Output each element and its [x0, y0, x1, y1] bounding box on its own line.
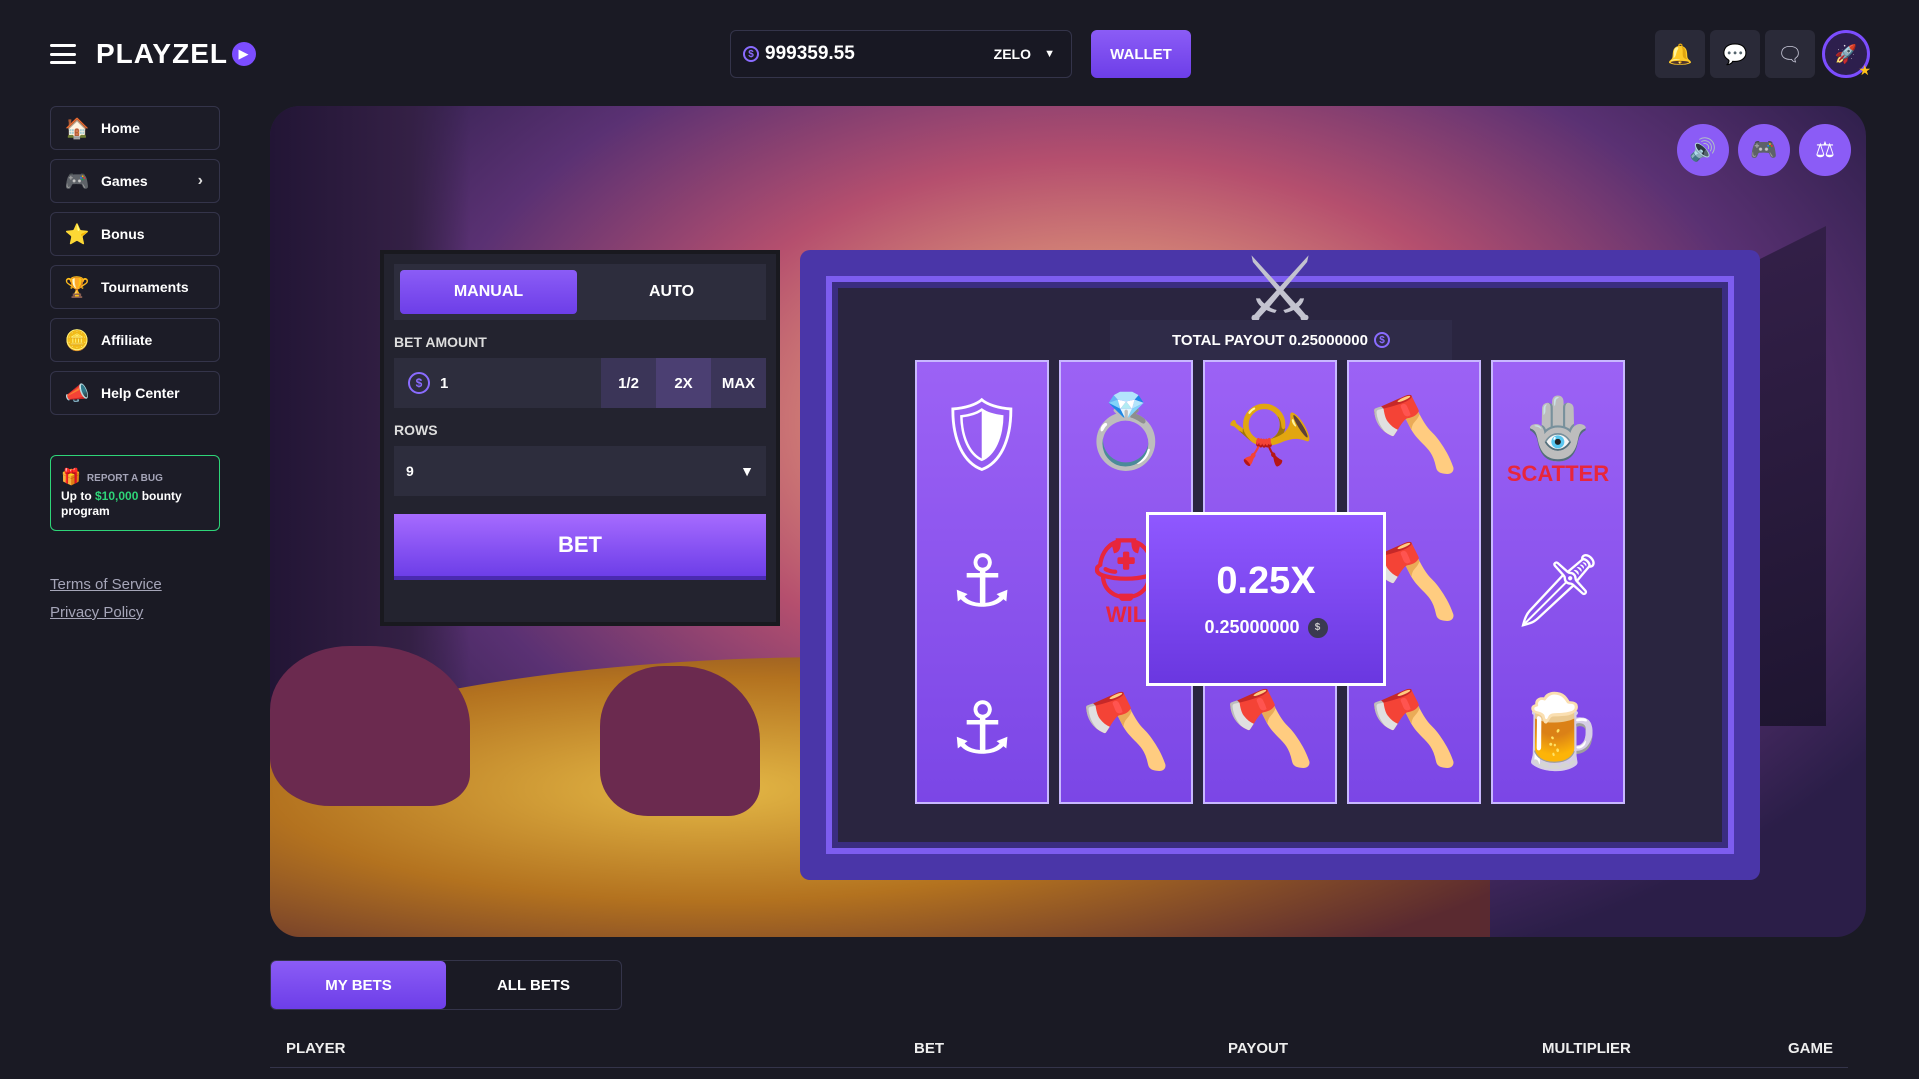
- axe-icon: 🪓: [1081, 691, 1171, 772]
- sidebar-item-label: Bonus: [101, 226, 145, 242]
- logo[interactable]: PLAYZEL ▶: [96, 38, 256, 70]
- tab-auto[interactable]: AUTO: [583, 270, 760, 314]
- coin-icon: $: [408, 372, 430, 394]
- notification-bell-icon[interactable]: 🔔: [1655, 30, 1705, 78]
- bet-amount-row: $ 1 1/2 2X MAX: [394, 358, 766, 408]
- axe-icon: 🪓: [1225, 688, 1315, 769]
- wallet-button[interactable]: WALLET: [1091, 30, 1191, 78]
- currency-label: ZELO: [993, 46, 1031, 62]
- sidebar-item-home[interactable]: 🏠 Home: [50, 106, 220, 150]
- sidebar-item-bonus[interactable]: ⭐ Bonus: [50, 212, 220, 256]
- bets-tabs: MY BETS ALL BETS: [270, 960, 622, 1010]
- star-icon: ⭐: [64, 223, 90, 246]
- balance-selector[interactable]: $ 999359.55 ZELO ▼: [730, 30, 1072, 78]
- rows-select[interactable]: 9 ▼: [394, 446, 766, 496]
- anchor-icon: ⚓: [949, 541, 1015, 622]
- scatter-label: SCATTER: [1506, 461, 1610, 487]
- rows-label: ROWS: [394, 422, 438, 438]
- axe-icon: 🪓: [1369, 688, 1459, 769]
- horn-icon: 📯: [1225, 395, 1315, 476]
- bug-banner-title: REPORT A BUG: [86, 472, 163, 484]
- background-rock: [600, 666, 760, 816]
- reel: 🛡 ⚓ ⚓: [915, 360, 1049, 804]
- sidebar-item-label: Tournaments: [101, 279, 189, 295]
- sound-icon[interactable]: 🔊: [1677, 124, 1729, 176]
- scatter-symbol: 🪬 SCATTER: [1506, 395, 1610, 487]
- chat-bubble-icon[interactable]: 💬: [1710, 30, 1760, 78]
- total-payout-label: TOTAL PAYOUT 0.25000000: [1172, 331, 1368, 349]
- rows-value: 9: [406, 463, 414, 479]
- coin-icon: $: [743, 46, 759, 62]
- tab-all-bets[interactable]: ALL BETS: [446, 961, 621, 1009]
- menu-icon[interactable]: [50, 44, 76, 64]
- axe-icon: 🪓: [1369, 395, 1459, 476]
- chevron-down-icon: ▼: [1044, 48, 1055, 60]
- max-bet-button[interactable]: MAX: [711, 358, 766, 408]
- messages-icon[interactable]: 🗨: [1765, 30, 1815, 78]
- coin-icon: $: [1373, 332, 1390, 348]
- tab-my-bets[interactable]: MY BETS: [271, 961, 446, 1009]
- sidebar-item-label: Games: [101, 173, 148, 189]
- sword-icon: 🗡: [1512, 551, 1604, 632]
- bet-mode-tabs: MANUAL AUTO: [394, 264, 766, 320]
- mug-icon: 🍺: [1513, 691, 1603, 772]
- chevron-right-icon: ›: [197, 172, 203, 189]
- bet-amount-input[interactable]: $ 1: [394, 358, 601, 408]
- sidebar-item-label: Affiliate: [101, 332, 153, 348]
- anchor-icon: ⚓: [949, 688, 1015, 769]
- bet-button[interactable]: BET: [394, 514, 766, 580]
- logo-text: PLAYZEL: [96, 38, 228, 69]
- bounty-amount: $10,000: [95, 488, 139, 503]
- bug-banner-text: Up to: [61, 488, 95, 503]
- top-header: PLAYZEL ▶ $ 999359.55 ZELO ▼ WALLET 🔔 💬 …: [0, 0, 1919, 106]
- bet-amount-value: 1: [440, 374, 449, 392]
- win-value: 0.25000000: [1204, 617, 1300, 637]
- sidebar-item-help-center[interactable]: 📣 Help Center: [50, 371, 220, 415]
- win-multiplier: 0.25X: [1216, 560, 1316, 602]
- balance-amount: 999359.55: [765, 43, 855, 64]
- avatar[interactable]: 🚀 ★: [1822, 30, 1871, 78]
- wild-label: WIL: [1105, 601, 1147, 627]
- slot-board: ⚔ TOTAL PAYOUT 0.25000000 $ 🛡 ⚓ ⚓ 💍 ⛑ WIL…: [800, 241, 1760, 880]
- star-badge-icon: ★: [1858, 62, 1871, 78]
- bet-amount-label: BET AMOUNT: [394, 334, 487, 350]
- trophy-icon: 🏆: [64, 276, 90, 299]
- bet-panel: MANUAL AUTO BET AMOUNT $ 1 1/2 2X MAX RO…: [380, 250, 780, 626]
- sidebar-item-label: Home: [101, 120, 140, 136]
- tab-manual[interactable]: MANUAL: [400, 270, 577, 314]
- privacy-link[interactable]: Privacy Policy: [50, 599, 220, 627]
- sidebar-item-affiliate[interactable]: 🪙 Affiliate: [50, 318, 220, 362]
- total-payout: TOTAL PAYOUT 0.25000000 $: [1110, 320, 1452, 360]
- coin-icon: 🪙: [64, 329, 90, 352]
- reel: 🪬 SCATTER 🗡 🍺: [1491, 360, 1625, 804]
- gamepad-icon: 🎮: [64, 170, 90, 193]
- gamepad-icon[interactable]: 🎮: [1738, 124, 1790, 176]
- home-icon: 🏠: [64, 117, 90, 140]
- column-header: GAME: [1788, 1040, 1833, 1057]
- sidebar-item-games[interactable]: 🎮 Games ›: [50, 159, 220, 203]
- win-popup: 0.25X 0.25000000 $: [1146, 512, 1386, 686]
- fairness-scale-icon[interactable]: ⚖: [1799, 124, 1851, 176]
- sidebar-item-tournaments[interactable]: 🏆 Tournaments: [50, 265, 220, 309]
- column-header: MULTIPLIER: [1542, 1040, 1631, 1057]
- megaphone-icon: 📣: [64, 382, 90, 405]
- play-icon: ▶: [232, 42, 256, 66]
- sidebar-item-label: Help Center: [101, 385, 180, 401]
- column-header: PAYOUT: [1228, 1040, 1289, 1057]
- ring-icon: 💍: [1081, 392, 1171, 473]
- column-header: BET: [914, 1040, 944, 1057]
- report-bug-banner[interactable]: 🎁 REPORT A BUG Up to $10,000 bounty progr…: [50, 455, 220, 531]
- double-bet-button[interactable]: 2X: [656, 358, 711, 408]
- background-rock: [270, 646, 470, 806]
- game-area: 🔊 🎮 ⚖ MANUAL AUTO BET AMOUNT $ 1 1/2 2X …: [270, 106, 1866, 937]
- column-header: PLAYER: [286, 1040, 346, 1057]
- coin-icon: $: [1307, 617, 1328, 638]
- sidebar: 🏠 Home 🎮 Games › ⭐ Bonus 🏆 Tournaments 🪙 Affil…: [50, 106, 220, 627]
- bets-table-header: PLAYER BET PAYOUT MULTIPLIER GAME: [270, 1036, 1848, 1068]
- gift-icon: 🎁: [61, 469, 81, 486]
- shield-icon: 🛡: [936, 395, 1028, 476]
- chevron-down-icon: ▼: [740, 463, 754, 479]
- half-bet-button[interactable]: 1/2: [601, 358, 656, 408]
- terms-link[interactable]: Terms of Service: [50, 571, 220, 599]
